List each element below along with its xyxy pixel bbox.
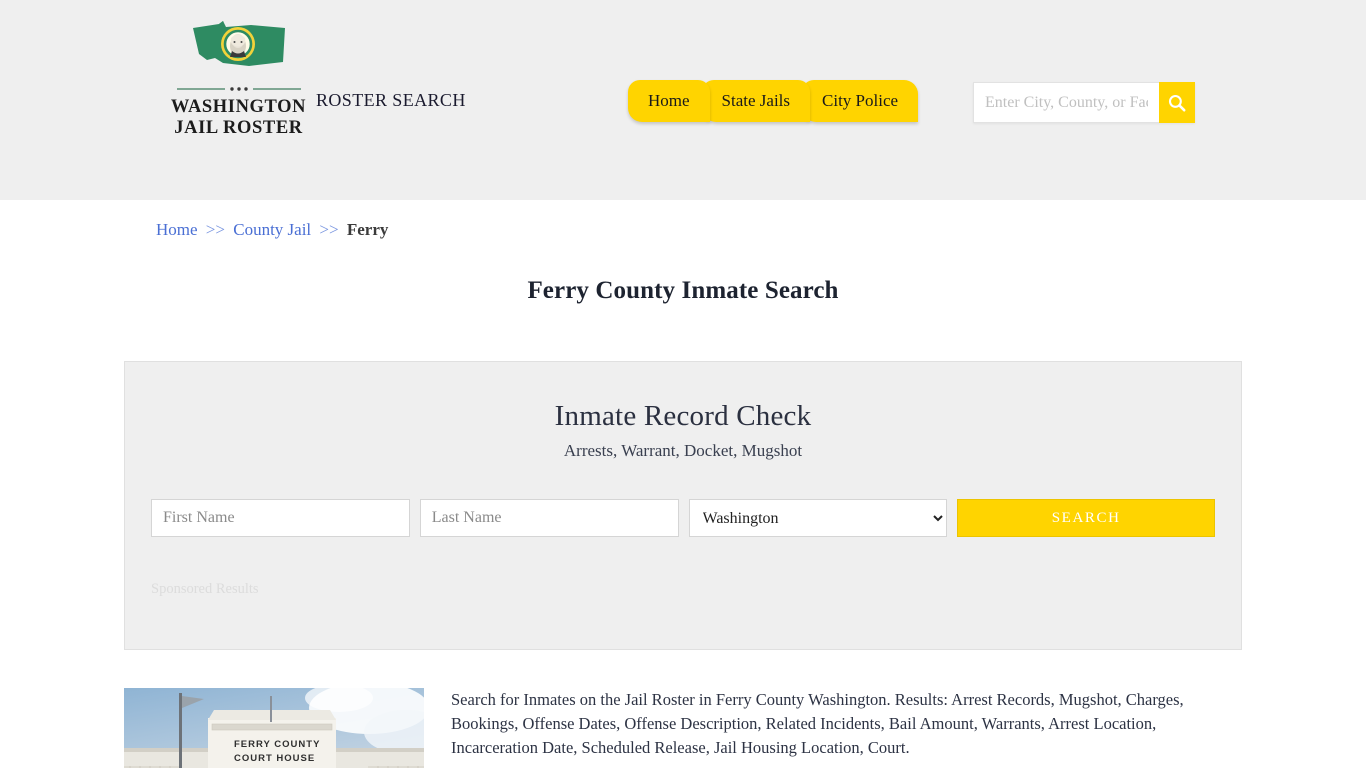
page-description: Search for Inmates on the Jail Roster in… (451, 690, 1184, 757)
brand-name-line1: WASHINGTON (170, 97, 307, 117)
breadcrumb: Home >> County Jail >> Ferry (123, 200, 1243, 240)
breadcrumb-separator: >> (319, 220, 339, 239)
brand-name: WASHINGTON JAIL ROSTER (151, 97, 326, 139)
header-search-form (973, 82, 1195, 123)
nav-tab-city-police[interactable]: City Police (802, 80, 919, 122)
card-heading: Inmate Record Check (554, 400, 812, 432)
search-icon (1168, 94, 1186, 112)
bottom-content-section: FERRY COUNTY COURT HOUSE Search for Inma… (124, 688, 1244, 768)
svg-text:COURT HOUSE: COURT HOUSE (234, 753, 315, 764)
site-logo[interactable]: WASHINGTON JAIL ROSTER (151, 18, 326, 139)
page-title: Ferry County Inmate Search (527, 277, 839, 304)
nav-tab-state-jails[interactable]: State Jails (701, 80, 811, 122)
header-search-input[interactable] (973, 82, 1159, 123)
courthouse-photo-image: FERRY COUNTY COURT HOUSE (124, 688, 424, 768)
decorative-divider-icon (176, 87, 301, 91)
breadcrumb-link-home[interactable]: Home (156, 220, 198, 239)
svg-text:FERRY COUNTY: FERRY COUNTY (234, 739, 320, 750)
washington-state-flag-icon (192, 21, 285, 66)
search-submit-button[interactable]: SEARCH (957, 499, 1215, 537)
state-select[interactable]: Washington (688, 499, 948, 537)
card-subheading: Arrests, Warrant, Docket, Mugshot (563, 441, 803, 460)
header-inner: WASHINGTON JAIL ROSTER ROSTER SEARCH Hom… (123, 0, 1243, 200)
brand-name-line2: JAIL ROSTER (174, 118, 303, 138)
breadcrumb-current-ferry: Ferry (346, 220, 389, 239)
courthouse-photo: FERRY COUNTY COURT HOUSE (124, 688, 424, 768)
inmate-record-check-card: Inmate Record Check Arrests, Warrant, Do… (124, 361, 1242, 650)
last-name-input[interactable] (419, 499, 679, 537)
site-tagline: ROSTER SEARCH (316, 90, 466, 110)
nav-tab-home[interactable]: Home (628, 80, 710, 122)
inmate-search-form: Washington SEARCH (125, 499, 1241, 537)
sponsored-results-label: Sponsored Results (151, 581, 259, 597)
header-search-button[interactable] (1159, 82, 1195, 123)
site-header: WASHINGTON JAIL ROSTER ROSTER SEARCH Hom… (0, 0, 1366, 200)
breadcrumb-separator: >> (205, 220, 225, 239)
first-name-input[interactable] (151, 499, 410, 537)
main-navigation: Home State Jails City Police (628, 80, 919, 122)
breadcrumb-link-county-jail[interactable]: County Jail (233, 220, 311, 239)
